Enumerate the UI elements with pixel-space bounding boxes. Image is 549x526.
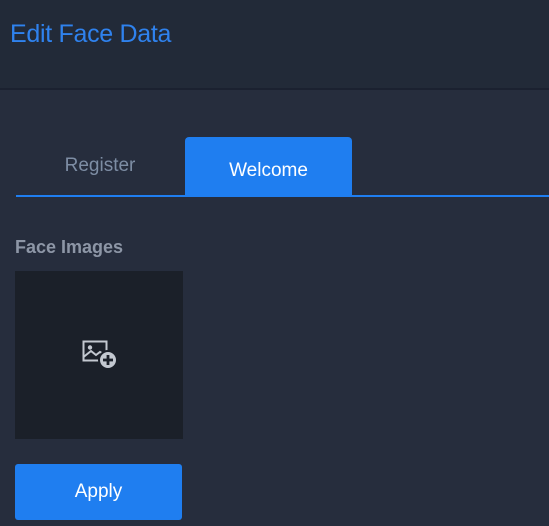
add-image-icon	[82, 340, 118, 370]
tab-bar: Register Welcome	[0, 137, 549, 197]
header: Edit Face Data	[0, 0, 549, 88]
page-title: Edit Face Data	[10, 20, 172, 48]
tab-underline	[16, 195, 549, 197]
add-face-image-slot[interactable]	[15, 271, 183, 439]
edit-face-data-panel: Edit Face Data Register Welcome Face Ima…	[0, 0, 549, 526]
face-images-label: Face Images	[15, 237, 124, 257]
apply-button[interactable]: Apply	[15, 464, 182, 520]
tab-welcome[interactable]: Welcome	[185, 137, 352, 195]
header-divider	[0, 88, 549, 90]
tab-register[interactable]: Register	[16, 137, 184, 195]
